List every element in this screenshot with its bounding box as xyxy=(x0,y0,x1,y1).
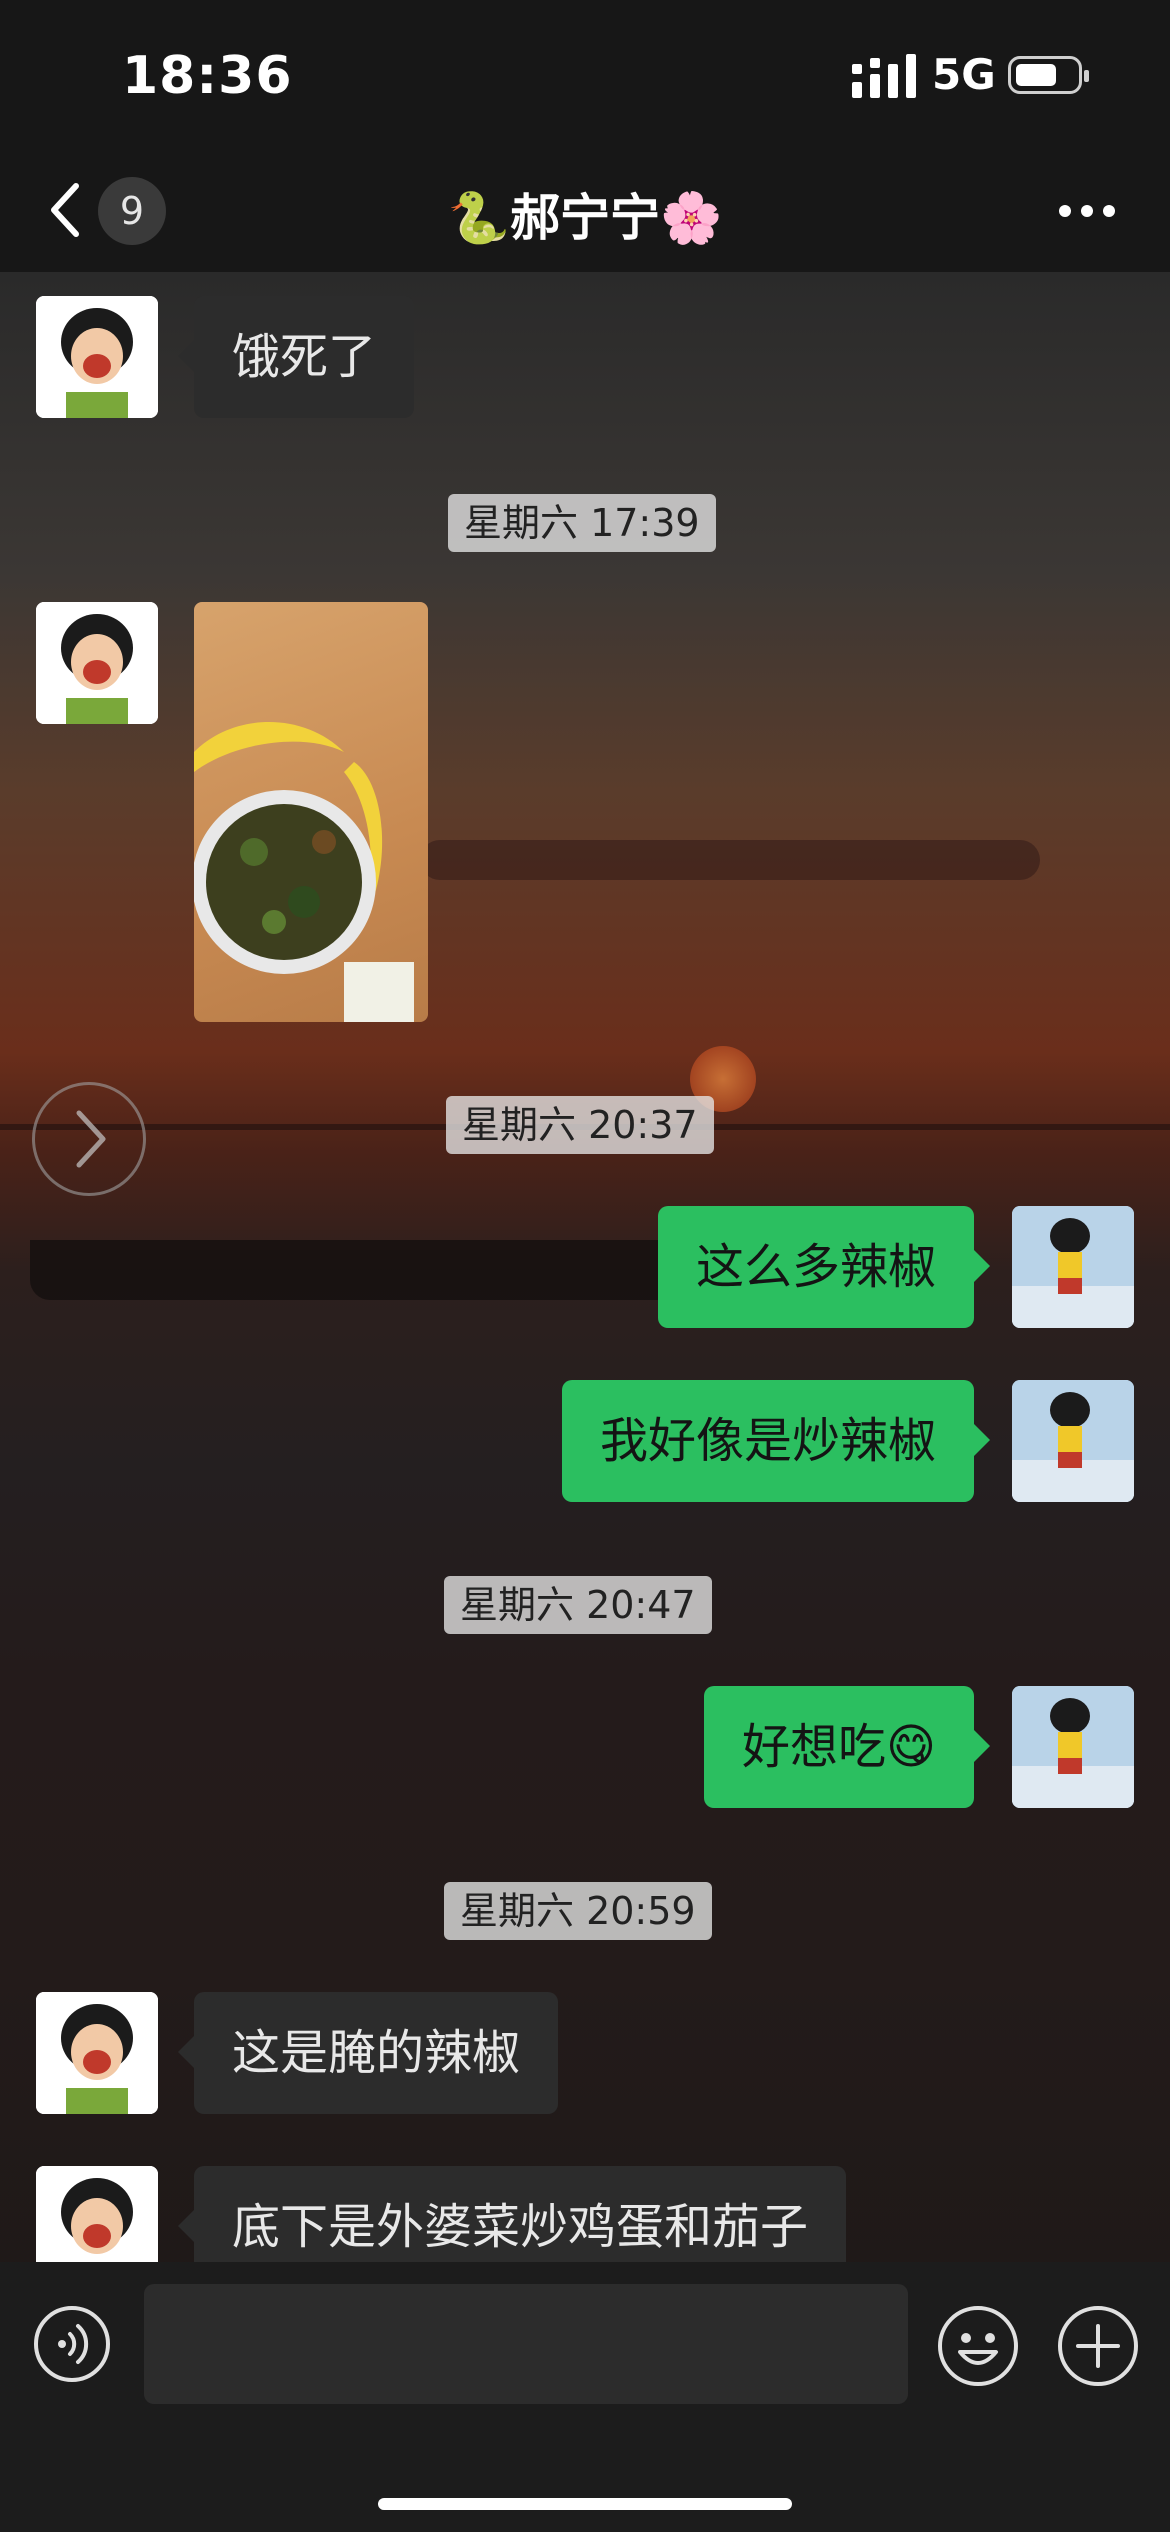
signal-icon xyxy=(852,54,916,98)
message-bubble[interactable]: 这么多辣椒 xyxy=(657,1206,991,1328)
timestamp: 星期六 17:39 xyxy=(448,494,716,552)
voice-icon[interactable] xyxy=(32,2304,112,2384)
message-bubble[interactable]: 饿死了 xyxy=(177,296,415,418)
status-time: 18:36 xyxy=(122,46,293,106)
plus-icon[interactable] xyxy=(1056,2304,1140,2388)
contact-avatar[interactable] xyxy=(36,296,158,418)
more-icon[interactable] xyxy=(1058,204,1116,218)
forward-button[interactable] xyxy=(32,1082,146,1196)
status-bar: 18:36 5G xyxy=(0,0,1170,150)
chat-header: 9 🐍郝宁宁🌸 xyxy=(0,150,1170,272)
contact-avatar[interactable] xyxy=(36,602,158,724)
chat-title: 🐍郝宁宁🌸 xyxy=(447,189,723,247)
message-bubble[interactable]: 底下是外婆菜炒鸡蛋和茄子 xyxy=(177,2166,847,2262)
image-message[interactable] xyxy=(194,602,428,1022)
message-bubble[interactable]: 这是腌的辣椒 xyxy=(177,1992,559,2114)
message-bubble[interactable]: 我好像是炒辣椒 xyxy=(561,1380,991,1502)
emoji-icon[interactable] xyxy=(936,2304,1020,2388)
battery-icon xyxy=(1008,56,1089,94)
chat-area[interactable]: 饿死了 星期六 17:39 星期六 20:37 这么多辣椒 我好像是炒辣椒 星期… xyxy=(0,272,1170,2262)
timestamp: 星期六 20:37 xyxy=(446,1096,714,1154)
home-indicator[interactable] xyxy=(378,2498,792,2510)
timestamp: 星期六 20:59 xyxy=(444,1882,712,1940)
background-cloud xyxy=(420,840,1040,880)
message-input[interactable] xyxy=(144,2284,908,2404)
contact-avatar[interactable] xyxy=(36,1992,158,2114)
my-avatar[interactable] xyxy=(1012,1380,1134,1502)
chevron-right-icon xyxy=(76,1110,106,1168)
timestamp: 星期六 20:47 xyxy=(444,1576,712,1634)
my-avatar[interactable] xyxy=(1012,1206,1134,1328)
my-avatar[interactable] xyxy=(1012,1686,1134,1808)
network-type: 5G xyxy=(932,50,996,99)
input-bar xyxy=(0,2262,1170,2532)
message-bubble[interactable]: 好想吃😋 xyxy=(703,1686,991,1808)
contact-avatar[interactable] xyxy=(36,2166,158,2262)
